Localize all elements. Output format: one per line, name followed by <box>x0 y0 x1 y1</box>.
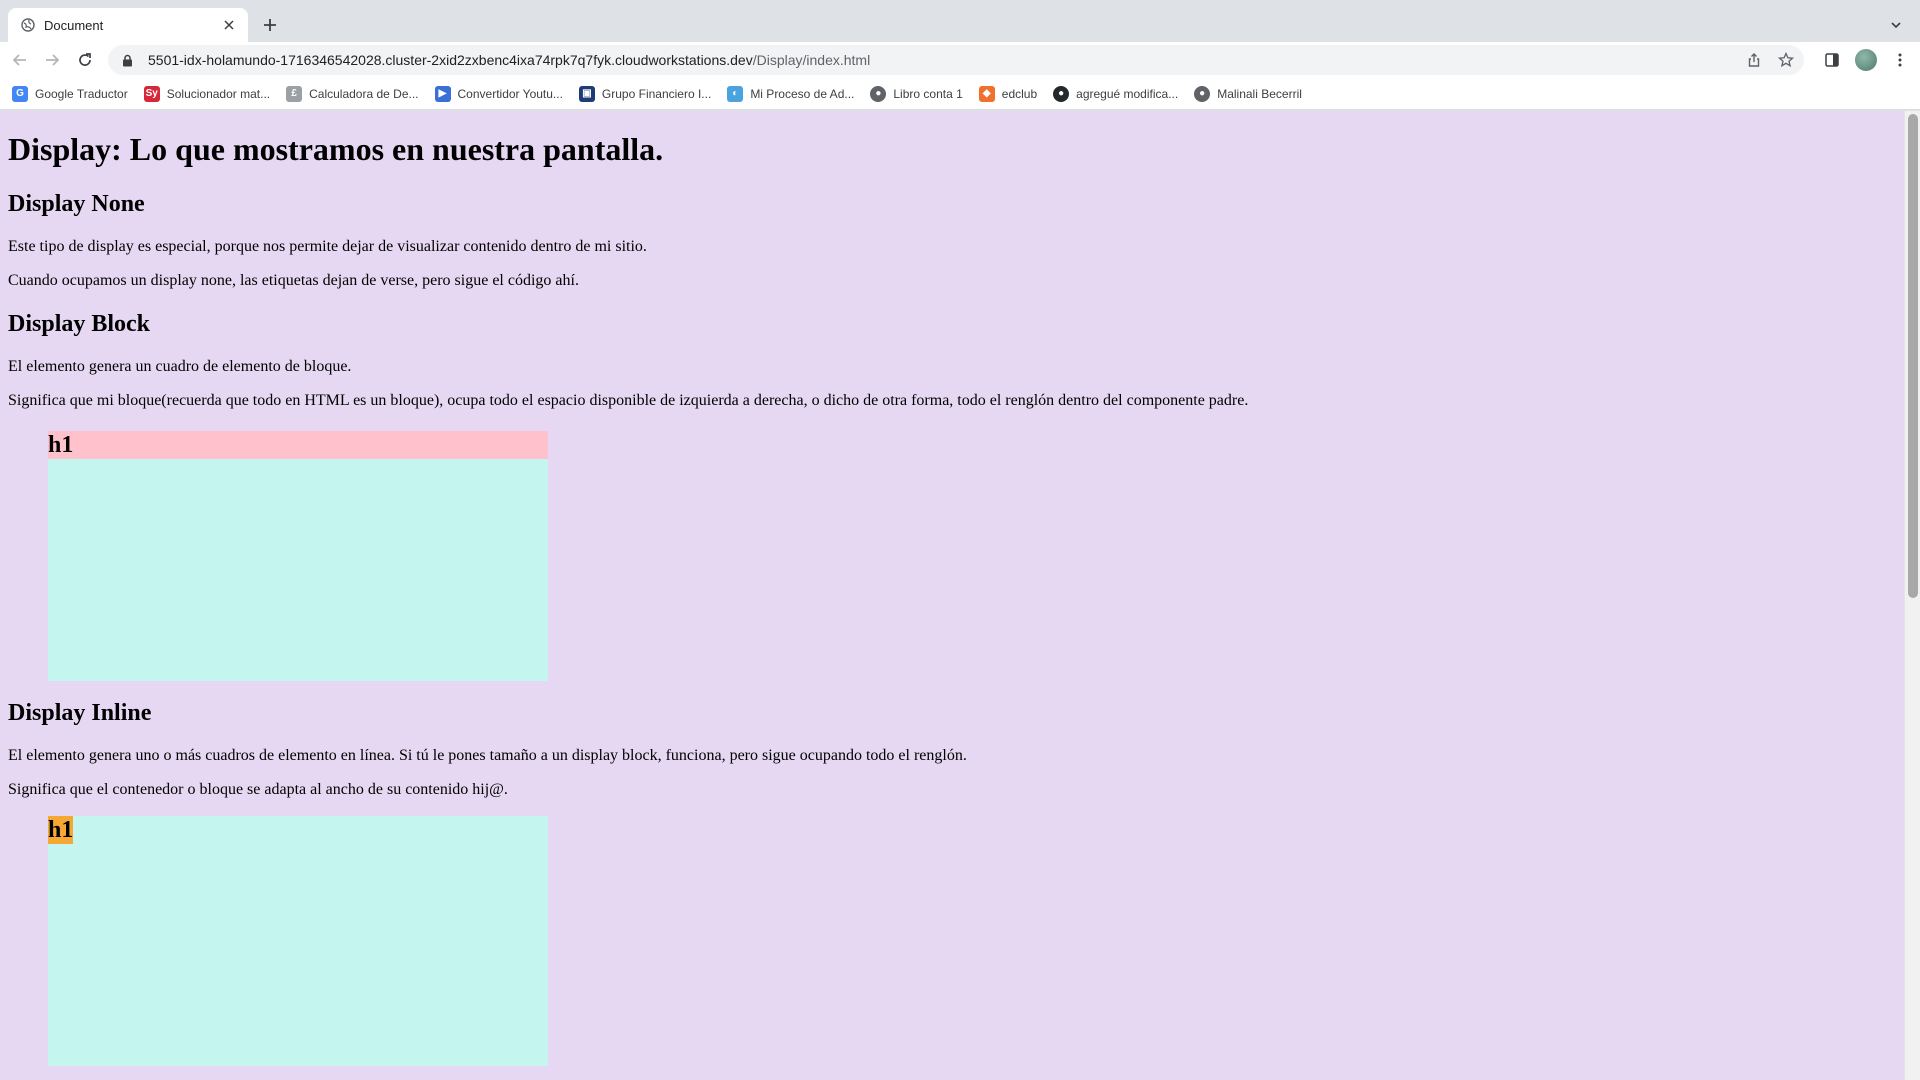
block-demo-heading: h1 <box>48 431 548 459</box>
block-paragraph-2: Significa que mi bloque(recuerda que tod… <box>8 392 1249 409</box>
lock-icon[interactable] <box>120 53 134 67</box>
flame-icon: ◐ <box>727 85 744 102</box>
bookmark-item[interactable]: ● Libro conta 1 <box>870 85 963 102</box>
profile-avatar[interactable] <box>1854 48 1878 72</box>
chevron-down-icon[interactable] <box>1884 13 1908 37</box>
heading-display-none: Display None <box>8 191 145 217</box>
url-path: /Display/index.html <box>752 52 871 68</box>
inline-demo-box: h1 <box>48 816 548 1066</box>
globe-icon: ● <box>870 85 887 102</box>
bookmark-label: Mi Proceso de Ad... <box>750 86 855 101</box>
page-viewport: Display: Lo que mostramos en nuestra pan… <box>0 111 1920 1080</box>
tab-document[interactable]: Document <box>8 8 248 42</box>
side-panel-icon[interactable] <box>1820 48 1844 72</box>
inline-paragraph-1: El elemento genera uno o más cuadros de … <box>8 747 967 764</box>
page-title: Display: Lo que mostramos en nuestra pan… <box>8 131 664 167</box>
bookmark-item[interactable]: G Google Traductor <box>12 85 128 102</box>
block-demo-box: h1 <box>48 431 548 681</box>
bookmark-star-icon[interactable] <box>1774 48 1798 72</box>
none-paragraph-2: Cuando ocupamos un display none, las eti… <box>8 272 579 289</box>
address-bar[interactable]: 5501-idx-holamundo-1716346542028.cluster… <box>108 45 1804 75</box>
bookmark-item[interactable]: ● Malinali Becerril <box>1194 85 1302 102</box>
bookmark-label: Convertidor Youtu... <box>457 86 563 101</box>
bookmark-label: Solucionador mat... <box>166 86 271 101</box>
tab-title: Document <box>44 17 104 33</box>
close-icon[interactable] <box>220 16 238 34</box>
none-paragraph-1: Este tipo de display es especial, porque… <box>8 238 647 255</box>
bookmark-item[interactable]: ▣ Grupo Financiero I... <box>578 85 712 102</box>
google-translate-icon: G <box>12 85 28 102</box>
back-arrow-icon[interactable] <box>8 48 32 72</box>
url-host: 5501-idx-holamundo-1716346542028.cluster… <box>148 52 753 68</box>
edclub-icon: ◆ <box>978 85 995 102</box>
bookmark-item[interactable]: ◆ edclub <box>978 85 1038 102</box>
share-icon[interactable] <box>1742 48 1766 72</box>
bookmark-item[interactable]: ▶ Convertidor Youtu... <box>434 85 563 102</box>
bookmark-label: agregué modifica... <box>1076 86 1179 101</box>
bookmark-label: edclub <box>1001 86 1038 101</box>
new-tab-plus-icon[interactable] <box>258 13 282 37</box>
block-paragraph-1: El elemento genera un cuadro de elemento… <box>8 358 352 375</box>
heading-display-inline: Display Inline <box>8 700 152 726</box>
bank-icon: ▣ <box>578 85 595 102</box>
more-menu-icon[interactable] <box>1888 48 1912 72</box>
bookmark-label: Grupo Financiero I... <box>601 86 712 101</box>
inline-demo-heading: h1 <box>48 816 74 844</box>
globe-icon <box>20 17 36 33</box>
bookmark-label: Google Traductor <box>35 86 128 101</box>
bookmark-item[interactable]: £ Calculadora de De... <box>286 85 419 102</box>
url-text: 5501-idx-holamundo-1716346542028.cluster… <box>148 52 870 68</box>
bookmark-label: Malinali Becerril <box>1217 86 1302 101</box>
tab-strip: Document <box>0 0 1920 42</box>
bookmark-item[interactable]: ◐ Mi Proceso de Ad... <box>727 85 855 102</box>
youtube-converter-icon: ▶ <box>434 85 451 102</box>
heading-display-block: Display Block <box>8 311 151 337</box>
bookmark-item[interactable]: ● agregué modifica... <box>1053 85 1179 102</box>
github-icon: ● <box>1053 85 1070 102</box>
bookmarks-bar: G Google Traductor Sy Solucionador mat... £ C… <box>0 78 1920 110</box>
bookmark-label: Calculadora de De... <box>309 86 419 101</box>
calculator-icon: £ <box>286 85 303 102</box>
forward-arrow-icon[interactable] <box>40 48 64 72</box>
browser-toolbar: 5501-idx-holamundo-1716346542028.cluster… <box>0 42 1920 78</box>
bookmark-item[interactable]: Sy Solucionador mat... <box>143 85 271 102</box>
symbolab-icon: Sy <box>143 85 160 102</box>
page-scrollbar[interactable] <box>1904 111 1920 1080</box>
globe-icon: ● <box>1194 85 1211 102</box>
bookmark-label: Libro conta 1 <box>893 86 963 101</box>
reload-icon[interactable] <box>73 48 97 72</box>
inline-paragraph-2: Significa que el contenedor o bloque se … <box>8 781 508 798</box>
scrollbar-thumb[interactable] <box>1908 114 1918 598</box>
